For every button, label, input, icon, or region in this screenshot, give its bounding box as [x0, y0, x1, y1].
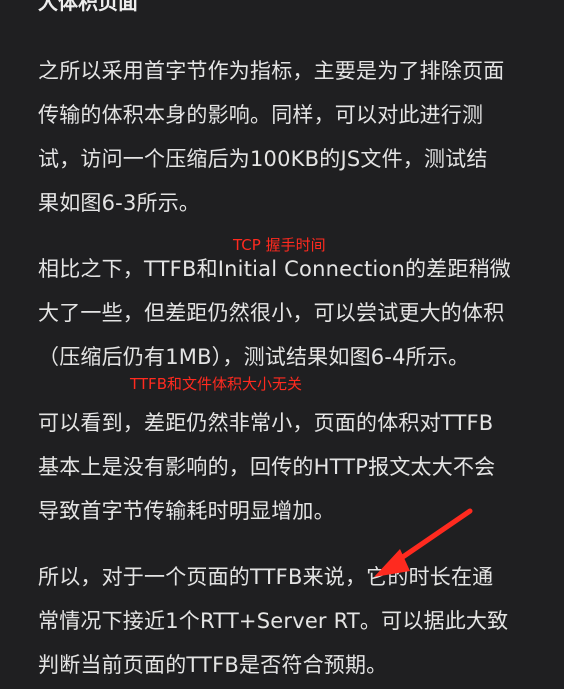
paragraph-line: 可以看到，差距仍然非常小，页面的体积对TTFB: [38, 411, 494, 435]
paragraph-line: 相比之下，TTFB和Initial Connection的差距稍微: [38, 257, 511, 281]
section-heading: 大体积页面: [38, 0, 138, 14]
annotation-ttfb-size: TTFB和文件体积大小无关: [130, 375, 302, 393]
paragraph-line: 基本上是没有影响的，回传的HTTP报文太大不会: [38, 455, 496, 479]
paragraph-1: 之所以采用首字节作为指标，主要是为了排除页面 传输的体积本身的影响。同样，可以对…: [38, 49, 528, 225]
paragraph-line: 之所以采用首字节作为指标，主要是为了排除页面: [38, 59, 505, 83]
red-arrow-icon: [374, 508, 473, 577]
paragraph-line: 判断当前页面的TTFB是否符合预期。: [38, 653, 388, 677]
document-page: 大体积页面 之所以采用首字节作为指标，主要是为了排除页面 传输的体积本身的影响。…: [0, 0, 564, 689]
paragraph-line: 试，访问一个压缩后为100KB的JS文件，测试结: [38, 147, 488, 171]
paragraph-line: 果如图6-3所示。: [38, 191, 201, 215]
paragraph-line: 传输的体积本身的影响。同样，可以对此进行测: [38, 103, 484, 127]
paragraph-line: 大了一些，但差距仍然很小，可以尝试更大的体积: [38, 301, 505, 325]
paragraph-2: 相比之下，TTFB和Initial Connection的差距稍微 大了一些，但…: [38, 247, 528, 379]
paragraph-line: 常情况下接近1个RTT+Server RT。可以据此大致: [38, 609, 509, 633]
